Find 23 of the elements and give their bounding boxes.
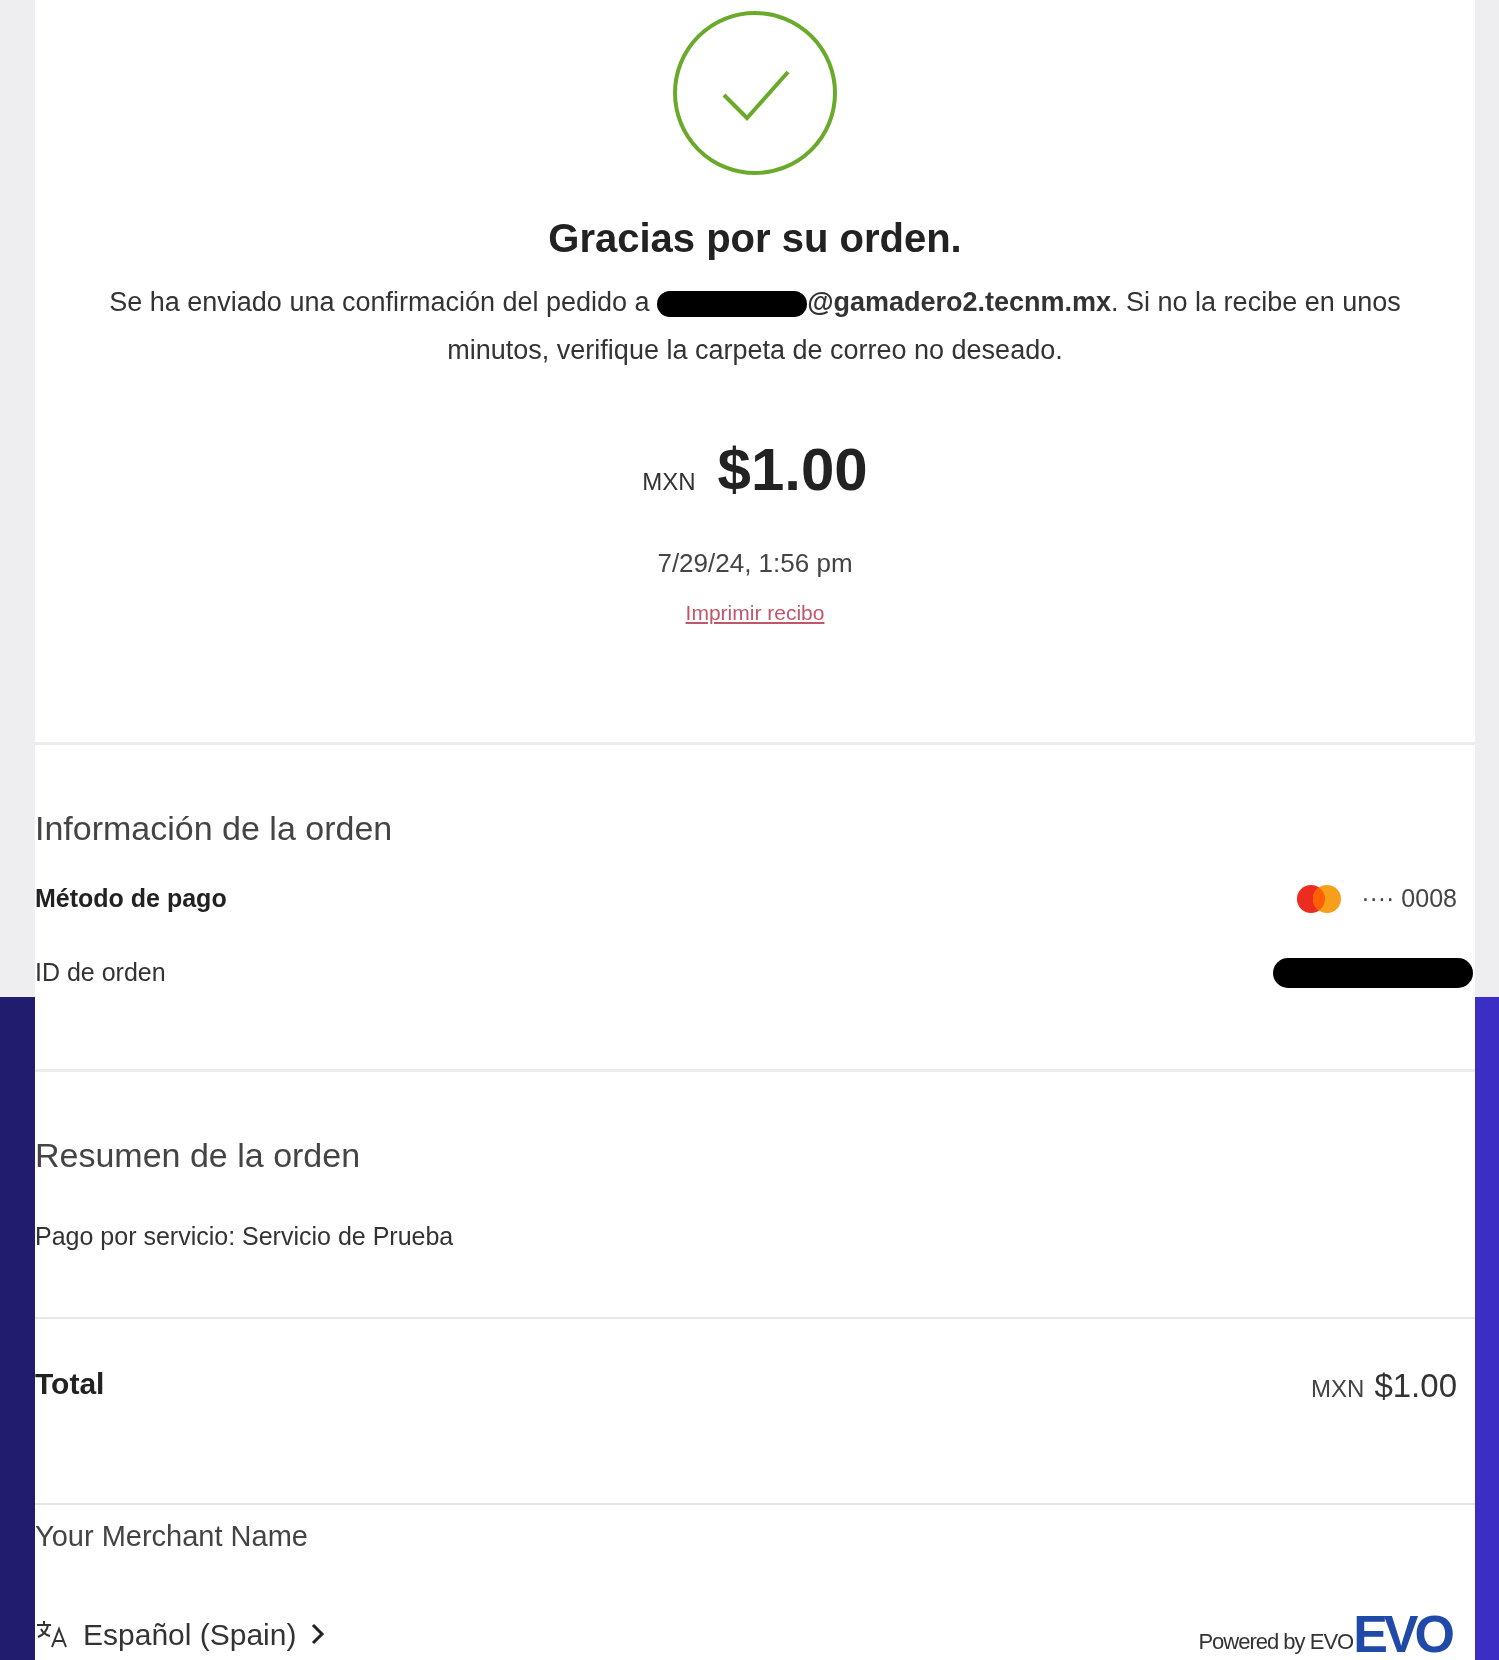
card-brand-icon (1295, 883, 1344, 914)
row-label: ID de orden (35, 957, 166, 988)
confirmation-message: Se ha enviado una confirmación del pedido a @gamadero2.tecnm.mx. Si no la recibe en unos minutos, verifique la carpeta de correo no deseado. (108, 286, 1402, 367)
checkmark-circle-icon (672, 10, 838, 176)
summary-item-text: Pago por servicio: Servicio de Prueba (35, 1220, 455, 1252)
row-label: Método de pago (35, 883, 227, 914)
total-label: Total (35, 1365, 105, 1402)
chevron-right-icon (310, 1622, 327, 1646)
language-selector[interactable]: Español (Spain) (35, 1611, 327, 1657)
section-heading: Resumen de la orden (35, 1137, 362, 1172)
powered-by-text: Powered by EVO (1198, 1628, 1354, 1656)
total-amount-text: $1.00 (1374, 1365, 1457, 1406)
evo-logo: EVO (1353, 1608, 1453, 1660)
confirmation-title: Gracias por su orden. (548, 218, 962, 258)
section-heading: Información de la orden (35, 810, 394, 845)
merchant-name-text: Your Merchant Name (35, 1518, 309, 1554)
card-number-text: ···· 0008 (1361, 883, 1457, 914)
currency-label: MXN (1311, 1373, 1365, 1404)
translate-icon (35, 1619, 69, 1649)
date-text: 7/29/24, 1:56 pm (657, 547, 853, 580)
currency-label: MXN (642, 467, 696, 497)
amount-text: $1.00 (717, 440, 868, 500)
print-receipt-link[interactable]: Imprimir recibo (685, 597, 825, 629)
